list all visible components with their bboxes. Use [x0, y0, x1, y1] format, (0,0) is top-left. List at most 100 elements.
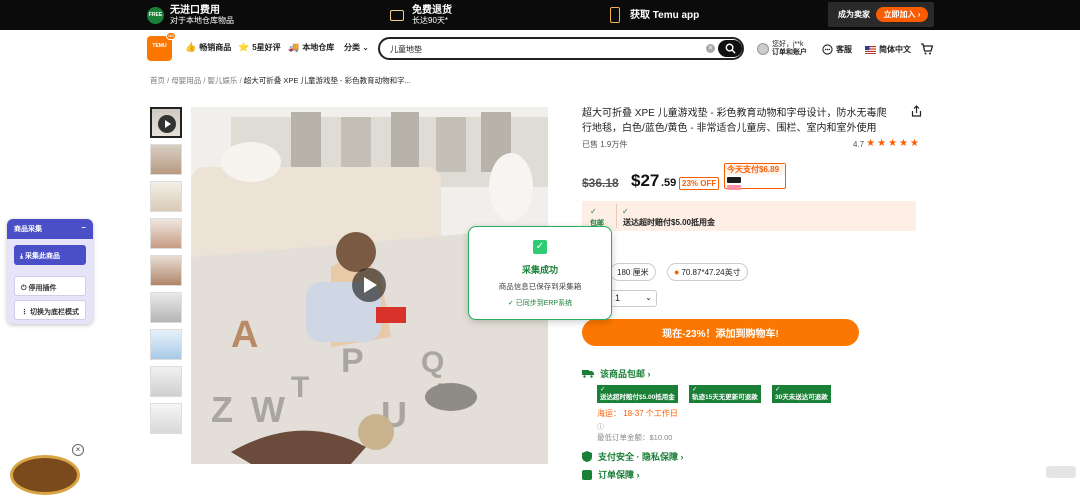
service-label: 客服 [836, 45, 852, 54]
credit-label: 送达超时赔付$5.00抵用金 [623, 218, 716, 227]
seller-banner: 成为卖家 立即加入 › [828, 2, 934, 27]
discount-badge: 23% OFF [679, 177, 720, 190]
nav-best-sellers[interactable]: 👍 畅销商品 [185, 42, 231, 53]
star-icon: ★ [910, 138, 919, 149]
dimension-option[interactable]: ● 70.87*47.24英寸 [667, 263, 748, 281]
star-icon: ★ [877, 138, 887, 149]
rating[interactable]: 4.7 ★ ★ ★ ★ ★ [853, 139, 919, 149]
toast-sync-status: ✓ 已同步到ERP系统 [507, 300, 573, 307]
share-icon [911, 105, 922, 117]
clear-search-icon[interactable]: × [706, 44, 715, 53]
star-icon: ⭐ [238, 42, 250, 52]
promo-get-app[interactable]: 获取 Temu app [610, 0, 699, 30]
truck-icon [582, 370, 594, 378]
search-button[interactable] [718, 40, 742, 57]
floating-promo-widget[interactable] [10, 455, 80, 495]
cart-link[interactable] [920, 42, 934, 60]
promo-no-import-fee[interactable]: FREE 无进口费用 对于本地仓库物品 [147, 0, 234, 30]
phone-icon [610, 7, 620, 23]
breadcrumb: 首页 / 母婴用品 / 婴儿娱乐 / 超大可折叠 XPE 儿童游戏垫 - 彩色教… [150, 76, 411, 85]
thumbnail-image[interactable] [150, 218, 182, 249]
fire-icon: ● [674, 267, 680, 277]
customer-service[interactable]: 客服 [822, 44, 852, 55]
logo-text: TEMU [152, 43, 167, 49]
promo-bar: FREE 无进口费用 对于本地仓库物品 免费退货 长达90天* 获取 Temu … [0, 0, 1080, 30]
star-icon: ★ [866, 138, 876, 149]
minimize-icon[interactable]: – [82, 223, 86, 232]
svg-text:T: T [291, 371, 309, 404]
share-button[interactable] [911, 104, 922, 122]
collect-success-toast: ✓ 采集成功 商品信息已保存到采集箱 ✓ 已同步到ERP系统 [468, 226, 612, 320]
svg-text:P: P [341, 342, 364, 380]
promo-returns-sub: 长达90天* [412, 15, 449, 25]
nav-label: 畅销商品 [199, 43, 232, 52]
promo-returns-title: 免费退货 [412, 4, 452, 16]
promo-import-title: 无进口费用 [170, 4, 220, 16]
thumbnail-image[interactable] [150, 403, 182, 434]
pay-today-badge[interactable]: 今天支付$6.89 [724, 163, 786, 190]
language-selector[interactable]: 简体中文 [865, 44, 911, 55]
payment-security-label: 支付安全 · 隐私保障 › [598, 452, 684, 462]
free-shipping-info[interactable]: 该商品包邮 › [582, 367, 651, 380]
truck-icon: 🚚 [288, 42, 300, 52]
pay-today-label: 今天支付$6.89 [725, 164, 785, 175]
promo-app-label: 获取 Temu app [630, 9, 700, 21]
payment-logo-icon [727, 177, 741, 183]
shipping-method: 海运： [597, 409, 621, 418]
breadcrumb-item[interactable]: 婴儿娱乐 [208, 76, 238, 85]
collector-plugin-panel: 商品采集 – ⤓ 采集此商品 ⏻ 停用插件 ⋮ 切换为底栏模式 [7, 219, 93, 324]
breadcrumb-item[interactable]: 母婴用品 [171, 76, 201, 85]
promo-free-returns[interactable]: 免费退货 长达90天* [390, 0, 452, 30]
guarantee-tag-label: 轨迹15天无更新可退款 [692, 394, 758, 401]
size-option[interactable]: 180 厘米 [610, 263, 656, 281]
guarantee-tag: ✓ 送达超时赔付$5.00抵用金 [597, 385, 678, 403]
nav-local-warehouse[interactable]: 🚚 本地仓库 [288, 42, 334, 53]
thumbnail-image[interactable] [150, 144, 182, 175]
svg-text:Q: Q [421, 346, 444, 379]
thumbnail-image[interactable] [150, 329, 182, 360]
close-icon[interactable]: × [72, 444, 84, 456]
thumbnail-image[interactable] [150, 255, 182, 286]
thumbnail-image[interactable] [150, 292, 182, 323]
min-order-amount: 最低订单金额：$10.00 [597, 433, 673, 442]
svg-text:Z: Z [211, 389, 233, 430]
plugin-header[interactable]: 商品采集 – [7, 219, 93, 239]
collect-product-button[interactable]: ⤓ 采集此商品 [14, 245, 86, 265]
payment-security[interactable]: 支付安全 · 隐私保障 › [582, 450, 684, 463]
thumbnail-video[interactable] [150, 107, 182, 138]
stop-plugin-button[interactable]: ⏻ 停用插件 [14, 276, 86, 296]
guarantee-tag-label: 送达超时赔付$5.00抵用金 [600, 394, 675, 401]
play-icon [158, 115, 176, 133]
temu-logo[interactable]: TEMU US [147, 32, 176, 61]
more-icon: ⋮ [21, 309, 30, 316]
guarantee-tag: ✓ 轨迹15天无更新可退款 [689, 385, 761, 403]
check-icon: ✓ [622, 207, 629, 216]
add-to-cart-button[interactable]: 现在-23%！添加到购物车! [582, 319, 859, 346]
toggle-mode-button[interactable]: ⋮ 切换为底栏模式 [14, 300, 86, 320]
toast-title: 采集成功 [521, 265, 558, 275]
nav-label: 本地仓库 [302, 43, 335, 52]
thumbnail-image[interactable] [150, 366, 182, 397]
quantity-select[interactable]: 1 ⌄ [610, 290, 657, 307]
shipping-head-label: 该商品包邮 › [600, 369, 651, 379]
breadcrumb-item[interactable]: 首页 [150, 76, 165, 85]
chevron-down-icon: ⌄ [645, 293, 652, 302]
logo-region-badge: US [166, 32, 176, 40]
account-label: 订单和账户 [772, 49, 807, 56]
star-icon: ★ [899, 138, 908, 149]
info-icon[interactable]: ⓘ [597, 422, 604, 432]
sold-count: 已售 1.9万件 [582, 140, 628, 149]
free-badge-icon: FREE [147, 6, 164, 24]
collect-label: 采集此商品 [25, 253, 61, 260]
scroll-widget[interactable] [1046, 466, 1076, 478]
account-menu[interactable]: 您好，j**k 订单和账户 [757, 41, 807, 57]
nav-categories[interactable]: 分类 ⌄ [344, 42, 369, 53]
quantity-value: 1 [615, 293, 621, 303]
join-now-button[interactable]: 立即加入 › [876, 7, 928, 22]
nav-five-star[interactable]: ⭐ 5星好评 [238, 42, 281, 53]
search-icon [725, 43, 736, 54]
guarantee-tag: ✓ 30天未送达可退款 [772, 385, 831, 403]
search-bar[interactable]: 儿童地垫 × [378, 37, 744, 60]
thumbnail-image[interactable] [150, 181, 182, 212]
search-input[interactable]: 儿童地垫 [390, 44, 422, 55]
